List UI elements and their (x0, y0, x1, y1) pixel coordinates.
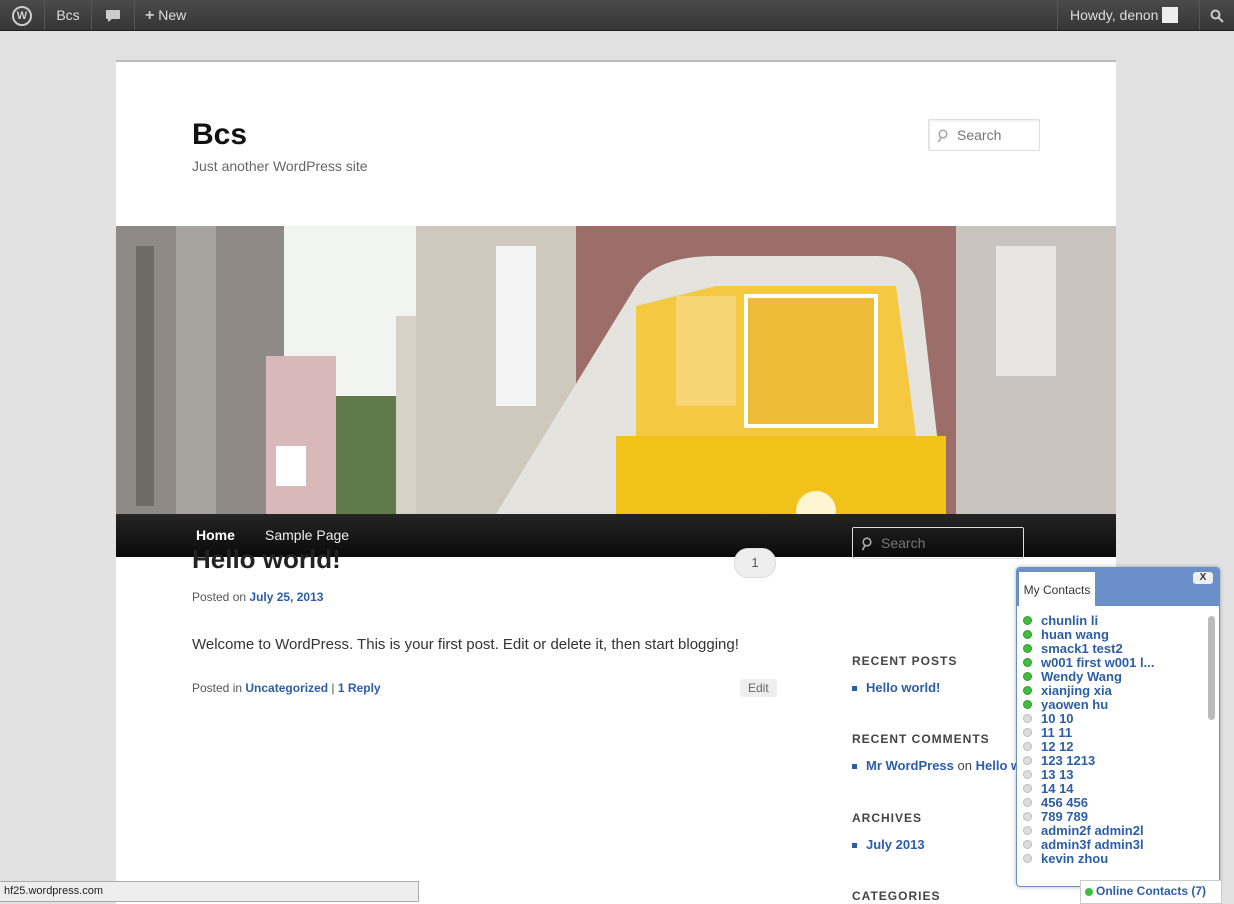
contact-name: 12 12 (1041, 740, 1074, 754)
offline-status-icon (1023, 770, 1032, 780)
contact-item[interactable]: chunlin li (1023, 614, 1201, 628)
post-date-link[interactable]: July 25, 2013 (249, 590, 323, 604)
contact-name: 123 1213 (1041, 754, 1096, 768)
contact-item[interactable]: w001 first w001 l... (1023, 656, 1201, 670)
contact-item[interactable]: smack1 test2 (1023, 642, 1201, 656)
contact-name: smack1 test2 (1041, 642, 1123, 656)
contacts-header: My Contacts X (1017, 568, 1219, 606)
avatar (1162, 7, 1179, 24)
offline-status-icon (1023, 714, 1032, 724)
online-status-icon (1023, 630, 1032, 640)
header-search-input[interactable] (955, 126, 1047, 144)
new-content-button[interactable]: + New (135, 0, 221, 30)
contact-item[interactable]: 13 13 (1023, 768, 1201, 782)
online-status-icon (1023, 686, 1032, 696)
contact-name: 789 789 (1041, 810, 1088, 824)
contact-item[interactable]: admin3f admin3l (1023, 838, 1201, 852)
contact-name: xianjing xia (1041, 684, 1112, 698)
admin-bar: W Bcs + New Howdy, denon (0, 0, 1234, 31)
contact-name: w001 first w001 l... (1041, 656, 1155, 670)
offline-status-icon (1023, 784, 1032, 794)
contact-name: chunlin li (1041, 614, 1099, 628)
contact-name: huan wang (1041, 628, 1109, 642)
online-status-icon (1023, 700, 1032, 710)
search-icon[interactable] (1200, 0, 1234, 30)
contact-name: Wendy Wang (1041, 670, 1122, 684)
contact-item[interactable]: 456 456 (1023, 796, 1201, 810)
contact-name: admin3f admin3l (1041, 838, 1144, 852)
contact-item[interactable]: Wendy Wang (1023, 670, 1201, 684)
contact-item[interactable]: 123 1213 (1023, 754, 1201, 768)
offline-status-icon (1023, 854, 1032, 864)
new-label: New (158, 7, 187, 23)
offline-status-icon (1023, 756, 1032, 766)
offline-status-icon (1023, 728, 1032, 738)
page: Bcs Just another WordPress site Search H… (116, 60, 1116, 904)
browser-status-bar: hf25.wordpress.com (0, 881, 419, 902)
contact-item[interactable]: xianjing xia (1023, 684, 1201, 698)
site-description: Just another WordPress site (192, 158, 368, 174)
contact-item[interactable]: 10 10 (1023, 712, 1201, 726)
comment-count-badge[interactable]: 1 (734, 548, 776, 578)
header-banner-image (116, 226, 1116, 514)
contact-name: 10 10 (1041, 712, 1074, 726)
contact-name: 14 14 (1041, 782, 1074, 796)
offline-status-icon (1023, 742, 1032, 752)
plus-icon: + (145, 7, 155, 24)
account-menu[interactable]: Howdy, denon (1058, 0, 1210, 30)
offline-status-icon (1023, 812, 1032, 822)
online-contacts-label: Online Contacts (7) (1096, 884, 1207, 898)
contact-name: 456 456 (1041, 796, 1088, 810)
wordpress-logo-icon[interactable]: W (0, 0, 44, 30)
contact-item[interactable]: huan wang (1023, 628, 1201, 642)
contacts-popup: My Contacts X chunlin li huan wang smack1 … (1016, 567, 1220, 887)
online-contacts-button[interactable]: Online Contacts (7) (1080, 880, 1222, 904)
online-status-icon (1085, 887, 1093, 896)
contact-item[interactable]: yaowen hu (1023, 698, 1201, 712)
contact-name: yaowen hu (1041, 698, 1109, 712)
comment-icon[interactable] (92, 0, 134, 30)
offline-status-icon (1023, 840, 1032, 850)
contact-item[interactable]: 11 11 (1023, 726, 1201, 740)
contact-list: chunlin li huan wang smack1 test2 w001 firs… (1023, 614, 1201, 866)
post-title[interactable]: Hello world! (192, 544, 341, 575)
admin-bar-site-link[interactable]: Bcs (45, 0, 91, 30)
contact-name: kevin zhou (1041, 852, 1109, 866)
site-title[interactable]: Bcs (192, 118, 247, 152)
online-status-icon (1023, 672, 1032, 682)
contact-name: admin2f admin2l (1041, 824, 1144, 838)
contact-name: 11 11 (1041, 726, 1073, 740)
contact-item[interactable]: 789 789 (1023, 810, 1201, 824)
howdy-label: Howdy, denon (1070, 7, 1159, 23)
tab-my-contacts[interactable]: My Contacts (1019, 572, 1095, 606)
contact-item[interactable]: 14 14 (1023, 782, 1201, 796)
offline-status-icon (1023, 826, 1032, 836)
close-button[interactable]: X (1193, 572, 1213, 584)
scrollbar[interactable] (1208, 616, 1215, 720)
search-icon (937, 120, 949, 150)
contact-item[interactable]: admin2f admin2l (1023, 824, 1201, 838)
offline-status-icon (1023, 798, 1032, 808)
online-status-icon (1023, 644, 1032, 654)
contact-name: 13 13 (1041, 768, 1074, 782)
contact-item[interactable]: 12 12 (1023, 740, 1201, 754)
contact-item[interactable]: kevin zhou (1023, 852, 1201, 866)
online-status-icon (1023, 658, 1032, 668)
header-search-field[interactable] (928, 119, 1047, 151)
online-status-icon (1023, 616, 1032, 626)
